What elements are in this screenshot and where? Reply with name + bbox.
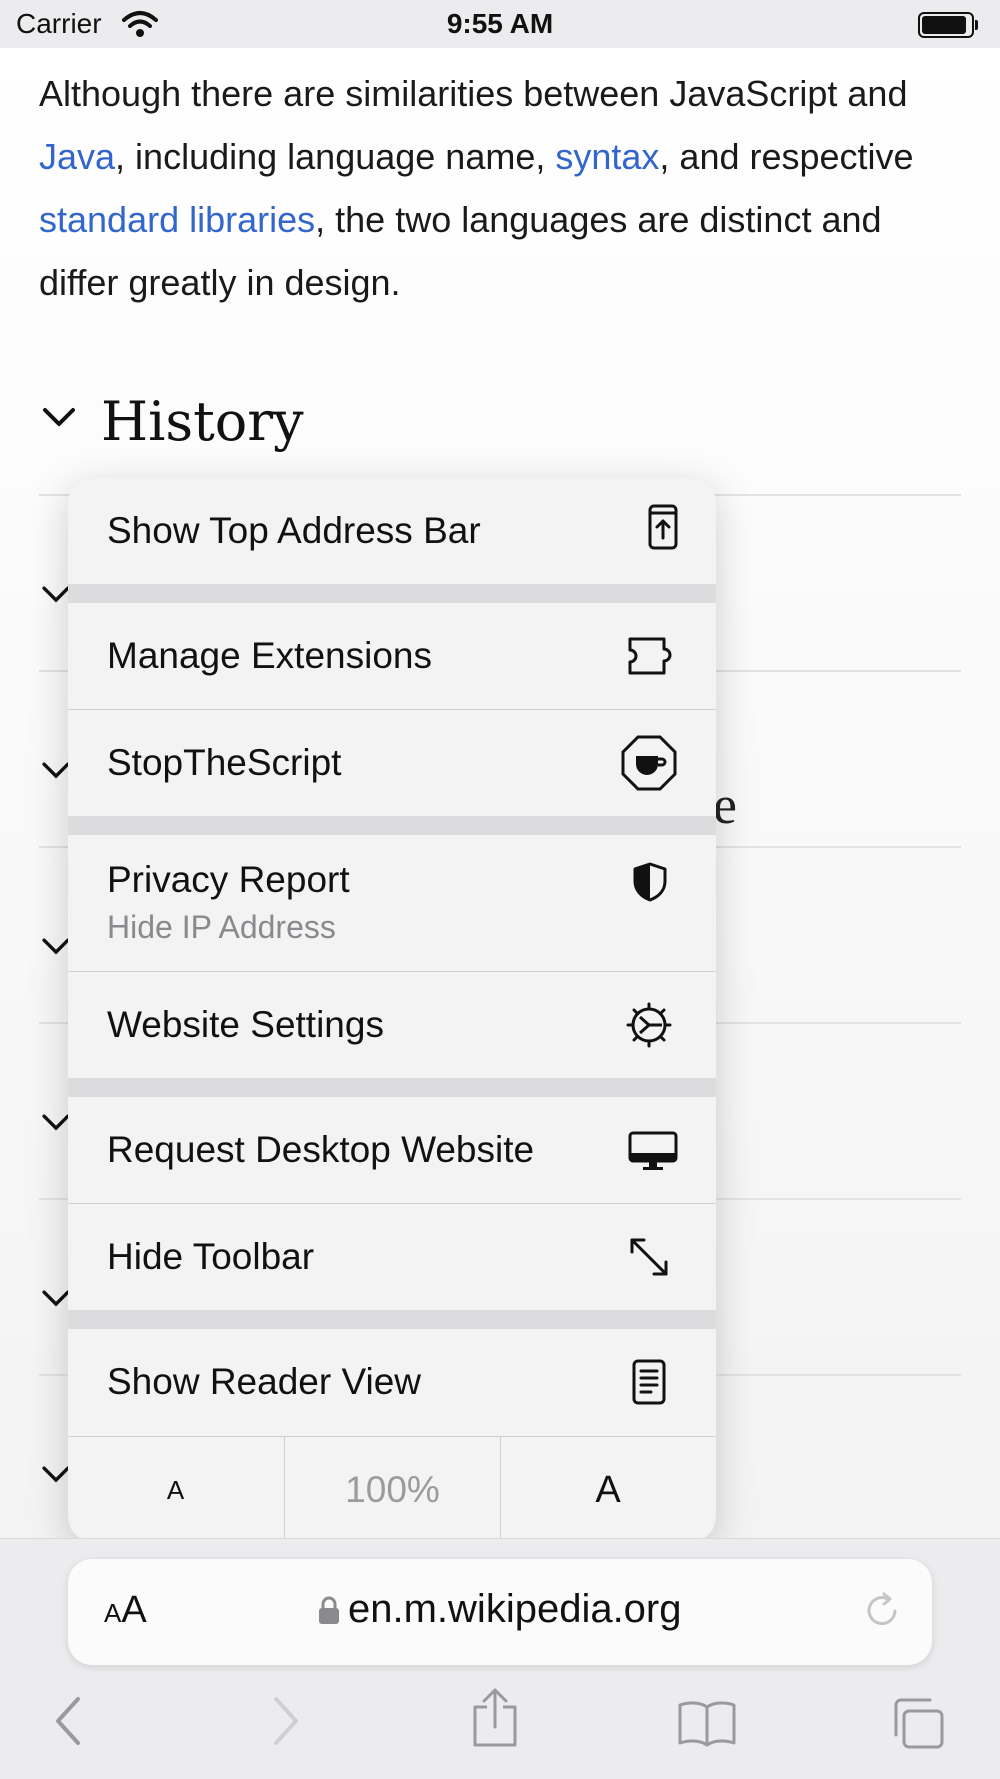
section-title: History	[101, 390, 304, 453]
menu-item-sublabel: Hide IP Address	[107, 909, 336, 945]
aa-small: A	[104, 1598, 122, 1628]
paragraph-text: , including language name,	[115, 136, 556, 177]
website-settings-item[interactable]: Website Settings	[68, 972, 716, 1078]
menu-item-label: Request Desktop Website	[107, 1129, 535, 1170]
stop-octagon-cup-icon	[620, 734, 678, 797]
battery-icon	[918, 12, 978, 38]
menu-item-label: Show Reader View	[107, 1361, 421, 1402]
clock: 9:55 AM	[446, 8, 554, 39]
forward-icon[interactable]	[268, 1695, 302, 1752]
section-title-fragment: e	[713, 775, 737, 835]
menu-item-label: Privacy Report	[107, 859, 350, 900]
stopthescript-item[interactable]: StopTheScript	[68, 710, 716, 816]
paragraph-text: , and respective	[659, 136, 914, 177]
manage-extensions-item[interactable]: Manage Extensions	[68, 603, 716, 709]
address-bar[interactable]: AA en.m.wikipedia.org	[68, 1559, 932, 1665]
expand-arrows-icon	[628, 1236, 670, 1283]
group-separator	[68, 1310, 716, 1329]
bookmarks-icon[interactable]	[676, 1699, 738, 1752]
zoom-decrease-button[interactable]: A	[68, 1437, 283, 1542]
link-java[interactable]: Java	[39, 136, 115, 177]
reload-icon[interactable]	[862, 1591, 902, 1636]
gear-icon	[626, 1002, 672, 1053]
desktop-icon	[628, 1131, 678, 1178]
share-icon[interactable]	[470, 1687, 520, 1754]
back-icon[interactable]	[52, 1695, 86, 1752]
paragraph-text: Although there are similarities between …	[39, 73, 908, 114]
privacy-report-item[interactable]: Privacy Report Hide IP Address	[68, 835, 716, 971]
menu-item-label: Hide Toolbar	[107, 1236, 315, 1277]
page-menu: Show Top Address Bar Manage Extensions S…	[68, 478, 716, 1542]
article-paragraph: Although there are similarities between …	[39, 62, 969, 314]
puzzle-icon	[626, 635, 678, 682]
aa-large: A	[121, 1589, 147, 1631]
link-syntax[interactable]: syntax	[555, 136, 659, 177]
show-top-address-bar-item[interactable]: Show Top Address Bar	[68, 478, 716, 584]
menu-item-label: Manage Extensions	[107, 635, 432, 676]
menu-item-label: Show Top Address Bar	[107, 510, 481, 551]
shield-icon	[632, 861, 668, 908]
url-text: en.m.wikipedia.org	[348, 1587, 682, 1631]
reader-doc-icon	[632, 1359, 666, 1410]
page-settings-button[interactable]: AA	[104, 1589, 147, 1632]
request-desktop-website-item[interactable]: Request Desktop Website	[68, 1097, 716, 1203]
bottom-toolbar: AA en.m.wikipedia.org	[0, 1538, 1000, 1779]
group-separator	[68, 584, 716, 603]
zoom-level[interactable]: 100%	[284, 1437, 501, 1542]
menu-item-label: StopTheScript	[107, 742, 342, 783]
zoom-controls: A 100% A	[68, 1436, 716, 1542]
group-separator	[68, 816, 716, 835]
lock-icon	[318, 1595, 340, 1630]
group-separator	[68, 1078, 716, 1097]
chevron-down-icon	[39, 398, 79, 443]
hide-toolbar-item[interactable]: Hide Toolbar	[68, 1204, 716, 1310]
zoom-increase-button[interactable]: A	[500, 1437, 716, 1542]
show-reader-view-item[interactable]: Show Reader View	[68, 1329, 716, 1435]
link-standard-libraries[interactable]: standard libraries	[39, 199, 315, 240]
menu-item-label: Website Settings	[107, 1004, 384, 1045]
phone-arrow-up-icon	[648, 504, 678, 555]
tabs-icon[interactable]	[890, 1697, 946, 1756]
status-bar: Carrier 9:55 AM	[0, 0, 1000, 49]
